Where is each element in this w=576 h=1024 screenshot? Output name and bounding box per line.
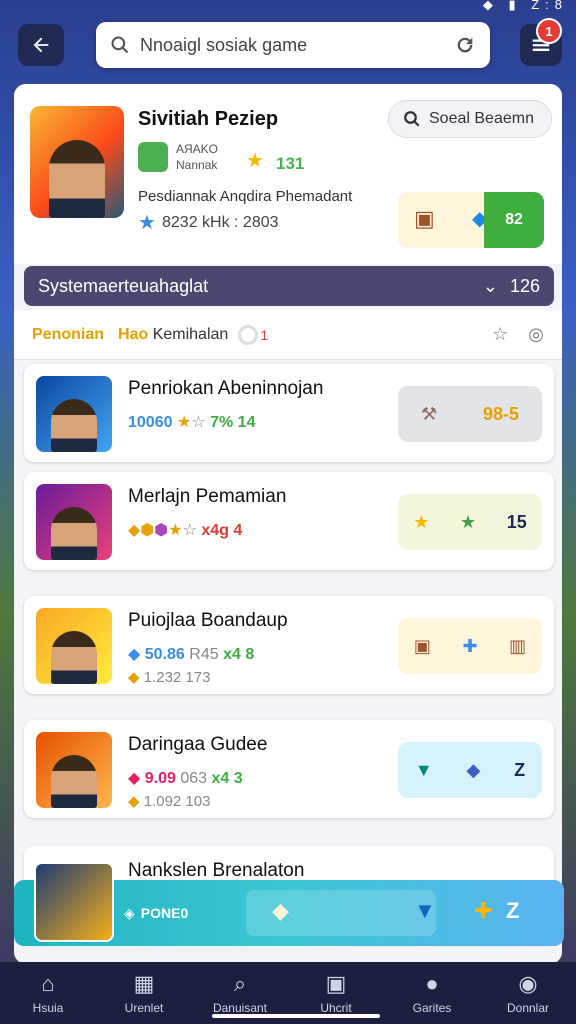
home-indicator <box>212 1014 380 1018</box>
featured-tag-line2: Nannak <box>176 158 218 172</box>
featured-title: Sivitiah Peziep <box>138 108 279 130</box>
settings-icon[interactable]: ◎ <box>528 324 544 345</box>
avatar <box>36 376 112 452</box>
banner-label: PONE0 <box>140 905 189 921</box>
bottom-banner[interactable]: ◈ PONE0 ◆ ▼ ✚ Z <box>14 862 564 946</box>
filter-tab-primary[interactable]: Penonian <box>32 326 104 344</box>
list-item-stats: 10060 ★☆ 7% 14 <box>128 414 256 431</box>
avatar <box>36 732 112 808</box>
chest-icon: ▣ <box>413 635 431 656</box>
list-item[interactable]: Penriokan Abeninnojan 10060 ★☆ 7% 14 ⚒ 9… <box>24 364 554 462</box>
star-icon: ★ <box>413 511 430 532</box>
chest-icon: ▣ <box>414 206 435 231</box>
featured-tag-icon <box>138 142 168 172</box>
list-item-stats: ◆ 50.86 R45 x4 8 <box>128 646 255 663</box>
refresh-icon[interactable] <box>454 34 476 56</box>
nav-item-friends[interactable]: ● Garites <box>384 962 480 1024</box>
person-icon: ● <box>425 971 439 996</box>
list-item-action[interactable]: ▼ ◆ Z <box>398 742 542 798</box>
arrow-left-icon <box>33 37 49 53</box>
featured-card[interactable]: Sivitiah Peziep AЯAKO Nannak ★ 131 Pesdi… <box>14 84 562 264</box>
list-item-title: Daringaa Gudee <box>128 734 268 755</box>
featured-rating: 131 <box>276 154 305 173</box>
featured-action[interactable]: ▣ ◆ 82 <box>398 192 544 248</box>
heart-icon: ◆ <box>128 770 141 787</box>
list-item-title: Puiojlaa Boandaup <box>128 610 288 631</box>
hammer-icon: ⚒ <box>420 403 438 424</box>
featured-stats: 8232 kHk : 2803 <box>162 214 279 231</box>
filter-secondary-label: Kemihalan <box>152 325 229 343</box>
section-count: 126 <box>509 275 540 296</box>
list-item-stats: ◆⬢⬢★☆ x4g 4 <box>128 522 243 539</box>
notification-badge[interactable]: 1 <box>536 18 562 44</box>
filter-secondary-prefix: Hao <box>118 325 149 343</box>
top-bar: 1 <box>0 18 576 76</box>
filter-toggle[interactable] <box>238 324 259 345</box>
puzzle-icon: ✚ <box>462 635 478 656</box>
avatar <box>36 608 112 684</box>
list-item-title: Penriokan Abeninnojan <box>128 378 324 399</box>
nav-item-store[interactable]: ▦ Urenlet <box>96 962 192 1024</box>
list-item-title: Merlajn Pemamian <box>128 486 287 507</box>
featured-tag-line1: AЯAKO <box>176 142 219 156</box>
search-icon <box>111 36 129 54</box>
main-panel: Sivitiah Peziep AЯAKO Nannak ★ 131 Pesdi… <box>14 84 562 964</box>
inbox-icon: ▣ <box>325 971 347 996</box>
list-item-substats: ◆ 1.092 103 <box>128 793 211 810</box>
social-button-label: Soeal Beaemn <box>429 110 534 127</box>
list-item-action[interactable]: ★ ★ 15 <box>398 494 542 550</box>
status-bar: ◆ ▮ Z:8 <box>0 0 576 14</box>
avatar <box>34 862 114 942</box>
profile-icon: ◉ <box>518 971 538 996</box>
gift-icon: ▥ <box>509 635 527 656</box>
search-icon <box>404 111 420 127</box>
shirt-icon: ▼ <box>414 759 433 780</box>
z-icon: Z <box>514 759 526 780</box>
list-item-stats: ◆ 9.09 063 x4 3 <box>128 770 243 787</box>
nav-item-home[interactable]: ⌂ Hsuia <box>0 962 96 1024</box>
z-icon[interactable]: Z <box>506 898 519 924</box>
section-title: Systemaerteuahaglat <box>38 275 209 296</box>
puzzle-icon[interactable]: ✚ <box>474 898 492 924</box>
list-item-substats: ◆ 1.232 173 <box>128 669 211 686</box>
search-input[interactable] <box>140 34 454 56</box>
list-item[interactable]: Daringaa Gudee ◆ 9.09 063 x4 3 ◆ 1.092 1… <box>24 720 554 818</box>
filter-tab-secondary[interactable]: Hao Kemihalan <box>118 326 228 344</box>
banner-icon: ◈ <box>124 904 135 921</box>
star-icon[interactable]: ☆ <box>492 324 508 345</box>
action-value: 15 <box>506 511 527 532</box>
featured-avatar <box>30 106 124 218</box>
back-button[interactable] <box>18 24 64 66</box>
leaf-icon: ★ <box>459 511 477 532</box>
section-header[interactable]: Systemaerteuahaglat ⌄ 126 <box>24 266 554 306</box>
action-value: 98-5 <box>483 403 520 424</box>
list-item[interactable]: Puiojlaa Boandaup ◆ 50.86 R45 x4 8 ◆ 1.2… <box>24 596 554 694</box>
shirt-icon[interactable]: ▼ <box>414 898 436 924</box>
featured-action-value: 82 <box>484 192 544 248</box>
status-icons: ◆ ▮ Z:8 <box>482 0 568 12</box>
avatar <box>36 484 112 560</box>
search-icon: ⌕ <box>233 971 247 996</box>
cube-icon[interactable]: ◆ <box>272 898 289 924</box>
store-icon: ▦ <box>133 971 155 996</box>
star-icon: ★ <box>138 212 156 234</box>
list-item-action[interactable]: ⚒ 98-5 <box>398 386 542 442</box>
cube-icon: ◆ <box>466 759 481 780</box>
chevron-down-icon: ⌄ <box>482 275 498 296</box>
social-search-button[interactable]: Soeal Beaemn <box>388 100 552 138</box>
filter-toggle-count: 1 <box>260 326 269 343</box>
gem-icon: ◆ <box>128 646 141 663</box>
home-icon: ⌂ <box>41 971 55 996</box>
list-item-action[interactable]: ▣ ✚ ▥ <box>398 618 542 674</box>
star-icon: ★ <box>246 150 264 172</box>
list-item[interactable]: Merlajn Pemamian ◆⬢⬢★☆ x4g 4 ★ ★ 15 <box>24 472 554 570</box>
featured-subtitle: Pesdiannak Anqdira Phemadant <box>138 188 353 205</box>
filter-row: Penonian Hao Kemihalan 1 ☆ ◎ <box>14 310 562 360</box>
list-item-title: Nankslen Brenalaton <box>128 860 305 881</box>
search-bar[interactable] <box>96 22 490 68</box>
nav-item-profile[interactable]: ◉ Donnlar <box>480 962 576 1024</box>
